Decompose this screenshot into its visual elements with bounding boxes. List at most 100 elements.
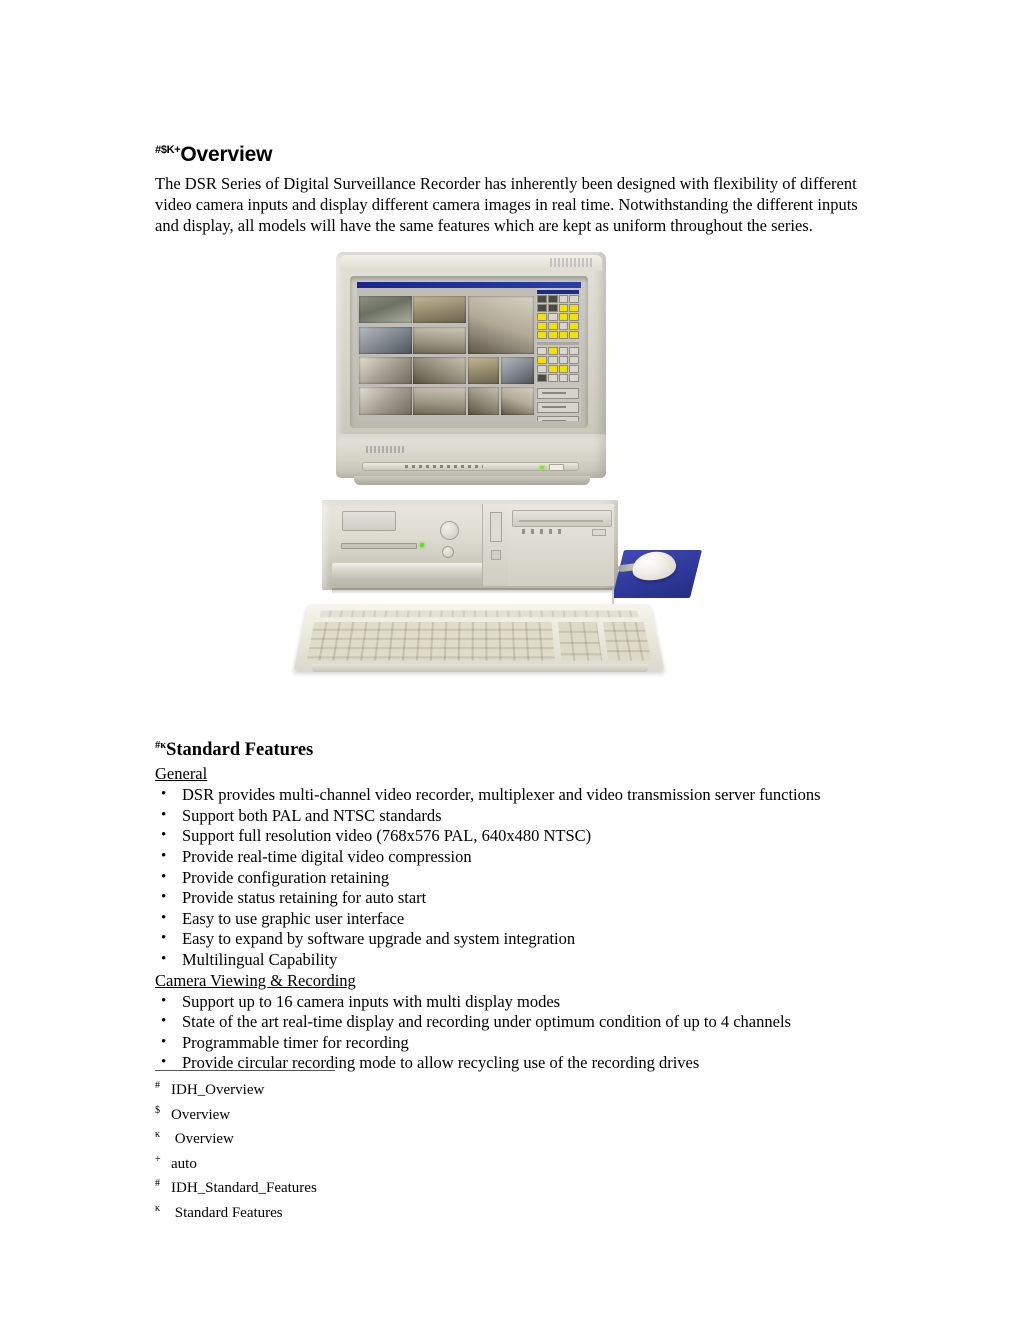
floppy-drive-slot [341, 543, 417, 549]
camera-grid-area [357, 288, 536, 421]
bullet-icon: • [161, 868, 167, 885]
control-button [547, 295, 558, 303]
drive-activity-led [420, 543, 424, 547]
camera-tile [467, 386, 499, 416]
footnote-mark: + [155, 1153, 161, 1165]
camera-select-buttons [537, 295, 579, 339]
app-action-buttons [537, 388, 579, 421]
list-item-label: Provide status retaining for auto start [182, 888, 427, 908]
footnote-text: IDH_Standard_Features [171, 1180, 317, 1196]
feature-group-general: General • DSR provides multi-channel vide… [155, 764, 865, 970]
bullet-icon: • [161, 1013, 167, 1030]
action-button [537, 416, 579, 421]
control-button [547, 356, 558, 364]
list-item-label: Provide configuration retaining [182, 867, 390, 887]
action-button [537, 402, 579, 413]
standard-features-footnote-marks: #κ [155, 740, 167, 751]
camera-tile [413, 386, 466, 416]
bullet-icon: • [161, 889, 167, 906]
standard-features-heading-text: Standard Features [166, 740, 314, 761]
feature-list-camera: • Support up to 16 camera inputs with mul… [155, 992, 865, 1074]
power-button [440, 521, 459, 540]
control-button [537, 356, 547, 364]
surveillance-app [357, 288, 581, 421]
bullet-icon: • [161, 786, 167, 803]
camera-tile [413, 327, 466, 355]
control-button [558, 322, 569, 330]
footnote-text: auto [171, 1155, 197, 1172]
footnote-area: # IDH_Overview $ Overview κ Overview + auto… [155, 1070, 575, 1223]
list-item: • Provide real-time digital video compres… [155, 847, 865, 868]
app-control-panel [536, 288, 581, 421]
control-button [537, 304, 547, 312]
overview-heading-text: Overview [180, 143, 273, 166]
power-led [540, 465, 544, 469]
overview-section: #$K+Overview The DSR Series of Digital S… [155, 138, 860, 236]
overview-footnote-marks: #$K+ [155, 144, 181, 156]
footnote-entry: + auto [155, 1150, 575, 1175]
list-item: • DSR provides multi-channel video record… [155, 785, 865, 806]
footnote-entry: # IDH_Standard_Features [155, 1174, 575, 1199]
footnote-mark: κ [155, 1129, 161, 1140]
computer-tower [322, 500, 618, 596]
control-button [569, 313, 579, 321]
control-button [547, 304, 558, 312]
navigation-key-block [557, 622, 603, 661]
bullet-icon: • [161, 847, 167, 864]
list-item: • Provide status retaining for auto start [155, 888, 865, 909]
reset-button [442, 546, 454, 558]
cdrom-controls [522, 529, 562, 534]
product-photo [293, 252, 702, 680]
control-button [569, 295, 579, 303]
control-button [537, 313, 547, 321]
numeric-keypad [602, 622, 652, 661]
overview-paragraph: The DSR Series of Digital Surveillance R… [155, 174, 858, 235]
bullet-icon: • [161, 950, 167, 967]
footnote-entry: κ Standard Features [155, 1199, 575, 1224]
camera-tile [500, 386, 534, 416]
control-button [569, 356, 579, 364]
control-button [558, 295, 569, 303]
viewsonic-logo [366, 446, 406, 453]
control-button [558, 331, 569, 339]
floppy-bay [490, 512, 502, 542]
control-button [547, 347, 558, 355]
control-button [558, 365, 569, 373]
list-item: • Support both PAL and NTSC standards [155, 806, 865, 827]
control-button [537, 322, 547, 330]
feature-group-subhead: Camera Viewing & Recording [155, 970, 356, 990]
cdrom-eject-button [592, 529, 606, 536]
list-item: • Support full resolution video (768x576 … [155, 826, 865, 847]
tower-badge [342, 511, 396, 531]
feature-list-general: • DSR provides multi-channel video record… [155, 785, 865, 970]
control-button [558, 356, 569, 364]
monitor-control-strip [362, 462, 579, 471]
monitor-base [354, 476, 590, 485]
list-item-label: DSR provides multi-channel video recorde… [182, 785, 821, 805]
standard-features-section: #κStandard Features General • DSR provide… [155, 735, 865, 1074]
bullet-icon: • [161, 909, 167, 926]
monitor-top-logo [550, 258, 592, 267]
control-button [558, 304, 569, 312]
list-item: • Provide configuration retaining [155, 868, 865, 889]
main-key-block [306, 622, 556, 661]
list-item-label: Support up to 16 camera inputs with mult… [182, 991, 561, 1011]
keyboard-body [293, 604, 665, 671]
control-panel-header [537, 290, 579, 294]
cdrom-drive [512, 510, 612, 527]
control-button [558, 347, 569, 355]
monitor-power-button [549, 464, 564, 471]
footnote-text: IDH_Overview [171, 1082, 265, 1098]
control-button [547, 313, 558, 321]
function-key-row [319, 610, 639, 618]
page-title: #$K+Overview [155, 138, 860, 167]
bullet-icon: • [161, 1033, 167, 1050]
list-item-label: Easy to expand by software upgrade and s… [182, 929, 576, 949]
control-button [569, 347, 579, 355]
control-button [558, 313, 569, 321]
camera-tile [359, 296, 412, 324]
camera-tile-large [467, 296, 534, 355]
footnote-entry: κ Overview [155, 1125, 575, 1150]
monitor-osd-keys [405, 465, 483, 468]
list-item: • Programmable timer for recording [155, 1033, 865, 1054]
